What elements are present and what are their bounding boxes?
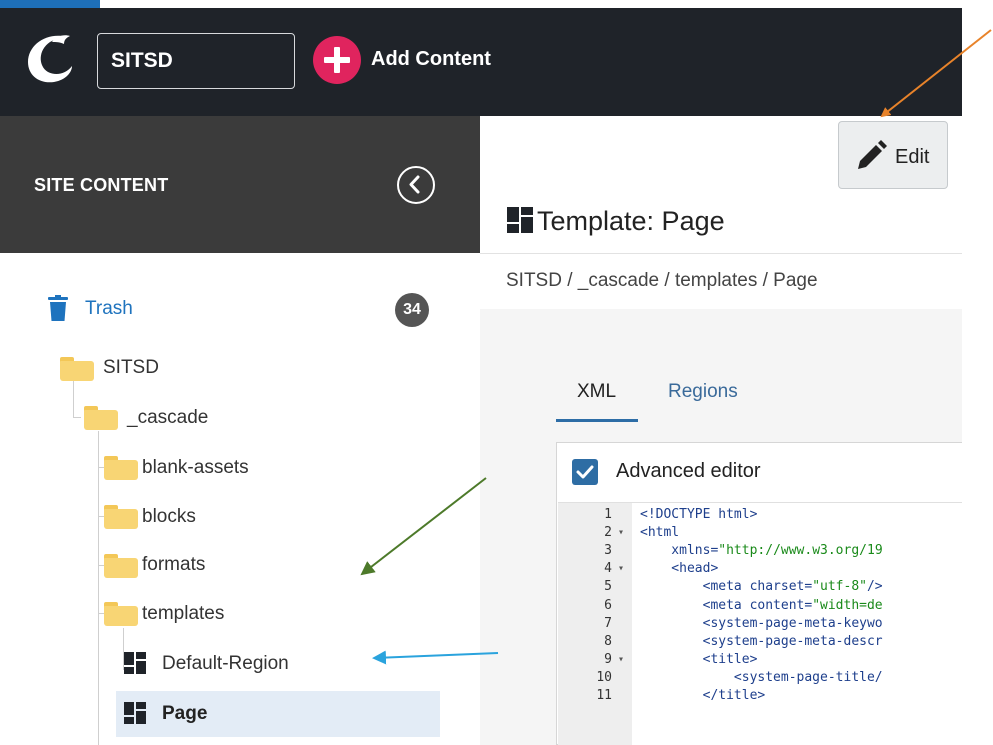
- line-number: 4: [604, 561, 612, 577]
- trash-link[interactable]: Trash: [85, 298, 133, 320]
- edit-button-label: Edit: [895, 146, 930, 168]
- fold-toggle-icon[interactable]: ▾: [618, 527, 624, 538]
- line-number: 8: [604, 633, 612, 649]
- folder-icon: [104, 554, 138, 578]
- tree-item-blocks[interactable]: blocks: [142, 506, 196, 528]
- edit-button[interactable]: Edit: [838, 121, 948, 189]
- folder-icon: [104, 602, 138, 626]
- tree-item-blank-assets[interactable]: blank-assets: [142, 457, 249, 479]
- chevron-left-icon: [409, 175, 420, 194]
- sidebar-title: SITE CONTENT: [34, 175, 169, 195]
- line-number: 6: [604, 597, 612, 613]
- folder-icon: [104, 456, 138, 480]
- screenshot-root: SITSD Add Content SITE CONTENT Trash 34: [0, 0, 993, 745]
- template-icon: [507, 207, 533, 233]
- tree-item-templates[interactable]: templates: [142, 603, 224, 625]
- line-number: 2: [604, 525, 612, 541]
- top-header: SITSD Add Content: [0, 8, 962, 116]
- tree-line: [73, 381, 74, 417]
- template-icon: [124, 702, 146, 724]
- add-content-button[interactable]: Add Content: [371, 48, 491, 71]
- code-line: xmlns="http://www.w3.org/19: [640, 543, 883, 559]
- trash-icon[interactable]: [48, 295, 68, 321]
- line-number: 10: [596, 669, 612, 685]
- folder-icon: [60, 357, 94, 381]
- code-line: <head>: [640, 561, 719, 577]
- tab-xml[interactable]: XML: [577, 381, 616, 403]
- line-number: 3: [604, 543, 612, 559]
- collapse-sidebar-button[interactable]: [397, 166, 435, 204]
- fold-toggle-icon[interactable]: ▾: [618, 654, 624, 665]
- advanced-editor-label: Advanced editor: [616, 460, 761, 482]
- code-line: <!DOCTYPE html>: [640, 507, 758, 522]
- tree-item-sitsd[interactable]: SITSD: [103, 357, 159, 379]
- tree-item-formats[interactable]: formats: [142, 554, 205, 576]
- check-icon: [576, 465, 594, 479]
- code-line: <meta content="width=de: [640, 597, 883, 613]
- line-number: 9: [604, 651, 612, 667]
- trash-count-badge: 34: [395, 293, 429, 327]
- line-number: 7: [604, 615, 612, 631]
- fold-toggle-icon[interactable]: ▾: [618, 563, 624, 574]
- code-line: <html: [640, 525, 680, 541]
- tree-line: [73, 417, 81, 418]
- line-number: 11: [596, 688, 612, 703]
- code-line: <system-page-meta-keywo: [640, 615, 883, 631]
- tree-item-default-region[interactable]: Default-Region: [162, 653, 289, 675]
- tree-item-cascade[interactable]: _cascade: [127, 407, 208, 429]
- page-title: Template: Page: [537, 206, 725, 236]
- cascade-logo-icon[interactable]: [22, 30, 78, 86]
- tree-line: [98, 431, 99, 745]
- divider: [480, 253, 962, 254]
- add-content-plus-icon[interactable]: [313, 36, 361, 84]
- tree-item-page[interactable]: Page: [162, 703, 207, 725]
- code-line: <system-page-meta-descr: [640, 633, 883, 649]
- code-line: <title>: [640, 651, 758, 667]
- folder-icon: [104, 505, 138, 529]
- sidebar-header: SITE CONTENT: [0, 116, 480, 253]
- active-tab-indicator: [556, 419, 638, 422]
- site-selector[interactable]: SITSD: [97, 33, 295, 89]
- template-icon: [124, 652, 146, 674]
- pencil-icon: [858, 140, 887, 169]
- breadcrumb[interactable]: SITSD / _cascade / templates / Page: [506, 270, 818, 292]
- line-number: 1: [604, 507, 612, 522]
- site-content-tree: Trash 34 SITSD _cascade blank-assets blo…: [0, 253, 480, 745]
- advanced-editor-checkbox[interactable]: [572, 459, 598, 485]
- line-number: 5: [604, 579, 612, 595]
- code-line: </title>: [640, 688, 766, 703]
- top-banner: [0, 0, 993, 8]
- code-line: <system-page-title/: [640, 669, 883, 685]
- tab-regions[interactable]: Regions: [668, 381, 738, 403]
- banner-blue-bar: [0, 0, 100, 8]
- code-line: <meta charset="utf-8"/>: [640, 579, 883, 595]
- code-editor[interactable]: 1 <!DOCTYPE html> 2 ▾ <html 3 xmlns="http://w…: [558, 502, 962, 745]
- folder-icon: [84, 406, 118, 430]
